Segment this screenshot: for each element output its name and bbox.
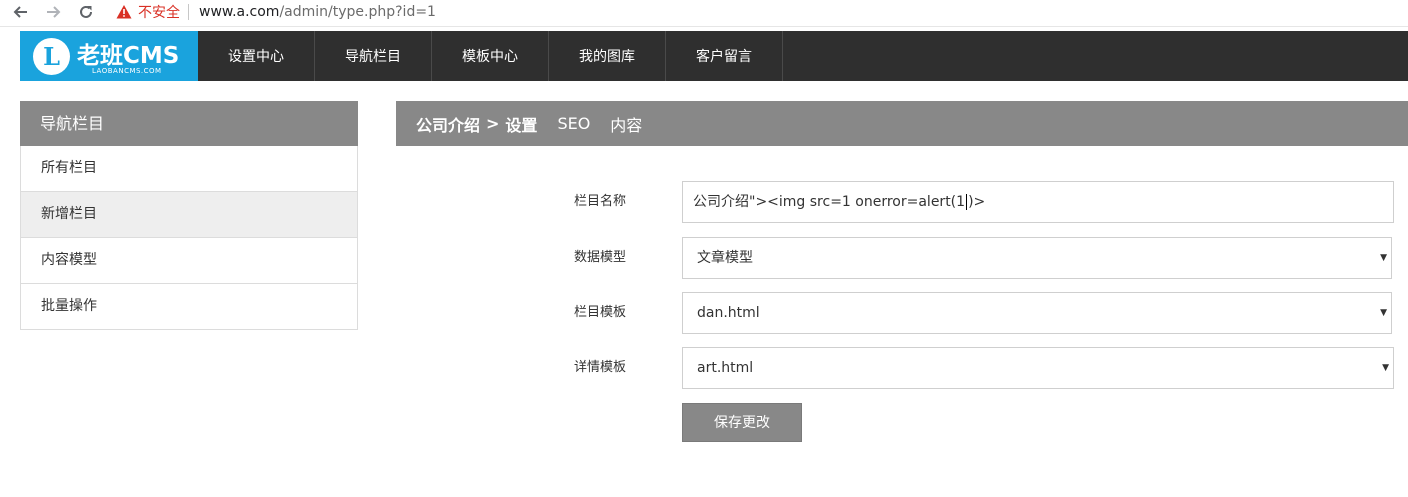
reload-icon <box>80 5 92 18</box>
sidebar-item-batch[interactable]: 批量操作 <box>20 284 358 330</box>
sidebar-item-content-model[interactable]: 内容模型 <box>20 238 358 284</box>
column-name-value: 公司介绍"><img src=1 onerror=alert(1 <box>693 194 966 210</box>
data-model-value: 文章模型 <box>697 250 753 266</box>
warning-triangle-icon <box>116 5 132 19</box>
topnav-item-templates[interactable]: 模板中心 <box>432 31 549 81</box>
detail-template-select[interactable]: art.html ▼ <box>682 347 1394 389</box>
back-button[interactable] <box>8 0 34 24</box>
top-navigation: L 老班CMS LAOBANCMS.COM 设置中心 导航栏目 模板中心 我的图… <box>20 31 1408 81</box>
column-name-label: 栏目名称 <box>574 194 627 209</box>
url-host: www.a.com <box>199 4 280 20</box>
tab-content[interactable]: 内容 <box>610 112 642 136</box>
address-bar[interactable]: 不安全 www.a.com/admin/type.php?id=1 <box>104 0 1404 24</box>
form-row-model: 数据模型 文章模型 ▼ <box>396 237 1408 279</box>
sidebar: 导航栏目 所有栏目 新增栏目 内容模型 批量操作 <box>20 101 358 330</box>
arrow-right-icon <box>47 6 61 18</box>
sidebar-item-add-column[interactable]: 新增栏目 <box>20 192 358 238</box>
arrow-left-icon <box>13 6 27 18</box>
column-name-value-tail: )> <box>968 194 986 210</box>
data-model-select[interactable]: 文章模型 ▼ <box>682 237 1392 279</box>
tab-seo[interactable]: SEO <box>557 114 590 133</box>
sidebar-title: 导航栏目 <box>20 101 358 146</box>
breadcrumb-separator: > <box>486 114 500 133</box>
tab-settings[interactable]: 设置 <box>505 112 537 136</box>
topnav-item-navigation[interactable]: 导航栏目 <box>315 31 432 81</box>
topnav-item-messages[interactable]: 客户留言 <box>666 31 783 81</box>
logo[interactable]: L 老班CMS LAOBANCMS.COM <box>20 31 198 81</box>
breadcrumb: 公司介绍 <box>416 115 481 135</box>
reload-button[interactable] <box>73 0 99 24</box>
list-template-value: dan.html <box>697 305 760 321</box>
logo-subtitle: LAOBANCMS.COM <box>92 67 162 75</box>
data-model-label: 数据模型 <box>574 250 627 265</box>
topnav-item-settings[interactable]: 设置中心 <box>198 31 315 81</box>
main-header: 公司介绍 > 设置 SEO 内容 <box>396 101 1408 146</box>
save-button[interactable]: 保存更改 <box>682 403 802 442</box>
detail-template-label: 详情模板 <box>574 360 627 375</box>
form-row-detail-template: 详情模板 art.html ▼ <box>396 347 1408 389</box>
url-divider <box>188 4 189 20</box>
detail-template-value: art.html <box>697 360 754 376</box>
logo-letter: L <box>33 38 70 75</box>
logo-name: 老班CMS <box>77 43 180 69</box>
caret-down-icon: ▼ <box>1382 363 1389 373</box>
list-template-label: 栏目模板 <box>574 305 627 320</box>
form-row-name: 栏目名称 公司介绍"><img src=1 onerror=alert(1)> <box>396 181 1408 223</box>
browser-toolbar: 不安全 www.a.com/admin/type.php?id=1 <box>0 0 1408 27</box>
top-menu: 设置中心 导航栏目 模板中心 我的图库 客户留言 <box>198 31 783 81</box>
text-caret <box>966 194 968 210</box>
caret-down-icon: ▼ <box>1380 253 1387 263</box>
sidebar-item-all-columns[interactable]: 所有栏目 <box>20 146 358 192</box>
insecure-label: 不安全 <box>138 5 180 21</box>
form-row-list-template: 栏目模板 dan.html ▼ <box>396 292 1408 334</box>
list-template-select[interactable]: dan.html ▼ <box>682 292 1392 334</box>
url-path: /admin/type.php?id=1 <box>279 4 436 20</box>
column-name-input[interactable]: 公司介绍"><img src=1 onerror=alert(1)> <box>682 181 1394 223</box>
topnav-item-gallery[interactable]: 我的图库 <box>549 31 666 81</box>
caret-down-icon: ▼ <box>1380 308 1387 318</box>
forward-button[interactable] <box>40 0 66 24</box>
